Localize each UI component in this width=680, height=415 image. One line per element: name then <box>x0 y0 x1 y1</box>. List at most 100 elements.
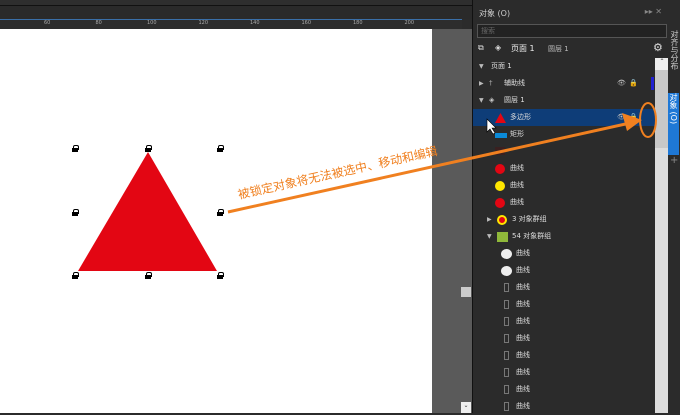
layers-icon[interactable]: ◈ <box>495 43 501 52</box>
item-label: 曲线 <box>516 351 530 359</box>
expand-arrow-icon[interactable]: ▶ <box>487 211 492 228</box>
lock-handle-icon[interactable] <box>145 272 152 279</box>
item-label: 多边形 <box>510 113 531 121</box>
white-thumbnail-icon <box>501 266 512 276</box>
item-label: 曲线 <box>516 385 530 393</box>
ruler-tick-label: 100 <box>147 20 157 26</box>
ruler-tick-label: 60 <box>44 20 51 26</box>
eye-icon[interactable]: 👁 <box>617 75 626 92</box>
item-label: 圆层 1 <box>504 96 525 104</box>
lock-handle-icon[interactable] <box>72 209 79 216</box>
locked-triangle[interactable] <box>78 152 217 271</box>
list-item[interactable]: ▼ 页面 1 <box>473 58 655 75</box>
add-tab-icon[interactable]: + <box>670 155 678 166</box>
list-item[interactable]: 曲线 <box>473 177 655 194</box>
diamond-thumbnail-icon <box>501 368 511 378</box>
diamond-thumbnail-icon <box>501 300 511 310</box>
lock-icon[interactable]: 🔒 <box>629 75 638 92</box>
item-label: 曲线 <box>516 249 530 257</box>
diamond-thumbnail-icon <box>501 351 511 361</box>
layer-label[interactable]: 圆层 1 <box>548 44 569 54</box>
list-item[interactable]: 曲线 <box>473 160 655 177</box>
diamond-thumbnail-icon <box>501 283 511 293</box>
list-item[interactable]: 曲线 <box>473 347 655 364</box>
diamond-thumbnail-icon <box>501 402 511 412</box>
panel-controls[interactable]: ▸▸ ✕ <box>645 7 662 16</box>
item-label: 曲线 <box>516 334 530 342</box>
list-item[interactable]: 曲线 <box>473 296 655 313</box>
scroll-down-button[interactable]: ⌄ <box>461 402 471 413</box>
search-input[interactable]: 搜索 <box>477 24 667 38</box>
list-item[interactable]: 多边形 👁 🔒 <box>473 109 655 126</box>
page-layer-icon[interactable]: ⧉ <box>478 43 484 53</box>
ruler-tick-label: 140 <box>250 20 260 26</box>
lock-handle-icon[interactable] <box>217 145 224 152</box>
lock-icon[interactable]: 🔒 <box>629 109 638 126</box>
expand-arrow-icon[interactable]: ▼ <box>487 228 492 245</box>
expand-arrow-icon[interactable]: ▼ <box>479 92 484 109</box>
ruler-tick-label: 120 <box>198 20 209 26</box>
ruler-tick-label: 200 <box>404 20 415 26</box>
lock-handle-icon[interactable] <box>217 272 224 279</box>
list-item[interactable]: 曲线 <box>473 245 655 262</box>
expand-arrow-icon[interactable]: ▶ <box>479 75 484 92</box>
lock-handle-icon[interactable] <box>145 145 152 152</box>
item-label: 辅助线 <box>504 79 525 87</box>
red-thumbnail-icon <box>495 198 505 208</box>
item-label: 曲线 <box>516 300 530 308</box>
tab-align-distribute[interactable]: 对齐与分布 <box>669 30 680 70</box>
canvas-scrollbar[interactable]: ⌄ <box>432 29 472 413</box>
list-item[interactable]: ▶ 3 对象群组 <box>473 211 655 228</box>
object-list: ▼ 页面 1 ▶ † 辅助线 👁 🔒 ▼ ◈ 圆层 1 多边形 👁 🔒 矩形 曲线 曲线 曲线 ▶ 3 对象群组 ▼ 5… <box>473 58 655 415</box>
white-thumbnail-icon <box>501 249 512 259</box>
list-item[interactable]: ▼ 54 对象群组 <box>473 228 655 245</box>
panel-toolbar: ⧉ ◈ 页面 1 圆层 1 ⚙ <box>473 40 669 58</box>
item-label: 曲线 <box>516 317 530 325</box>
list-item[interactable]: 曲线 <box>473 313 655 330</box>
list-item[interactable] <box>473 143 655 160</box>
list-item[interactable]: 曲线 <box>473 381 655 398</box>
panel-title: 对象 (O) <box>479 9 511 18</box>
tab-objects[interactable]: 对象 (O) <box>668 93 679 155</box>
gear-icon[interactable]: ⚙ <box>653 41 663 54</box>
ruler-tick-label: 80 <box>95 20 102 26</box>
list-item[interactable]: 曲线 <box>473 279 655 296</box>
list-item[interactable]: 曲线 <box>473 194 655 211</box>
lock-handle-icon[interactable] <box>217 209 224 216</box>
list-item[interactable]: ▶ † 辅助线 👁 🔒 <box>473 75 655 92</box>
horizontal-ruler[interactable]: 60 80 100 120 140 160 180 200 <box>0 19 462 29</box>
item-label: 矩形 <box>510 130 524 138</box>
eye-icon[interactable]: 👁 <box>617 109 626 126</box>
item-label: 曲线 <box>516 402 530 410</box>
panel-scrollbar[interactable]: ⌃ <box>655 58 669 413</box>
scroll-thumb[interactable] <box>461 287 471 297</box>
list-item[interactable]: 曲线 <box>473 398 655 415</box>
layer-color-swatch <box>651 77 654 90</box>
list-item[interactable]: 曲线 <box>473 330 655 347</box>
lock-handle-icon[interactable] <box>72 145 79 152</box>
ruler-tick-label: 160 <box>301 20 312 26</box>
side-tabs: 对齐与分布 对象 (O) + <box>668 0 680 413</box>
item-label: 曲线 <box>510 181 524 189</box>
item-label: 曲线 <box>516 283 530 291</box>
list-item[interactable]: 矩形 <box>473 126 655 143</box>
red-thumbnail-icon <box>495 164 505 174</box>
rect-thumbnail-icon <box>495 130 507 140</box>
list-item[interactable]: 曲线 <box>473 364 655 381</box>
item-label: 页面 1 <box>491 62 512 70</box>
objects-panel: 对象 (O) ▸▸ ✕ 搜索 ⧉ ◈ 页面 1 圆层 1 ⚙ ▼ 页面 1 ▶ † 辅助… <box>472 0 669 415</box>
expand-arrow-icon[interactable]: ▼ <box>479 58 484 75</box>
group54-thumbnail-icon <box>497 232 508 242</box>
item-label: 54 对象群组 <box>512 232 552 240</box>
yellow-thumbnail-icon <box>495 181 505 191</box>
list-item[interactable]: 曲线 <box>473 262 655 279</box>
layer-thumbnail-icon: ◈ <box>489 96 495 104</box>
page-label[interactable]: 页面 1 <box>511 43 535 54</box>
lock-handle-icon[interactable] <box>72 272 79 279</box>
triangle-thumbnail-icon <box>495 113 506 123</box>
group3-thumbnail-icon <box>497 215 507 225</box>
list-item[interactable]: ▼ ◈ 圆层 1 <box>473 92 655 109</box>
item-label: 曲线 <box>510 198 524 206</box>
diamond-thumbnail-icon <box>501 334 511 344</box>
drawing-canvas[interactable] <box>0 29 432 413</box>
